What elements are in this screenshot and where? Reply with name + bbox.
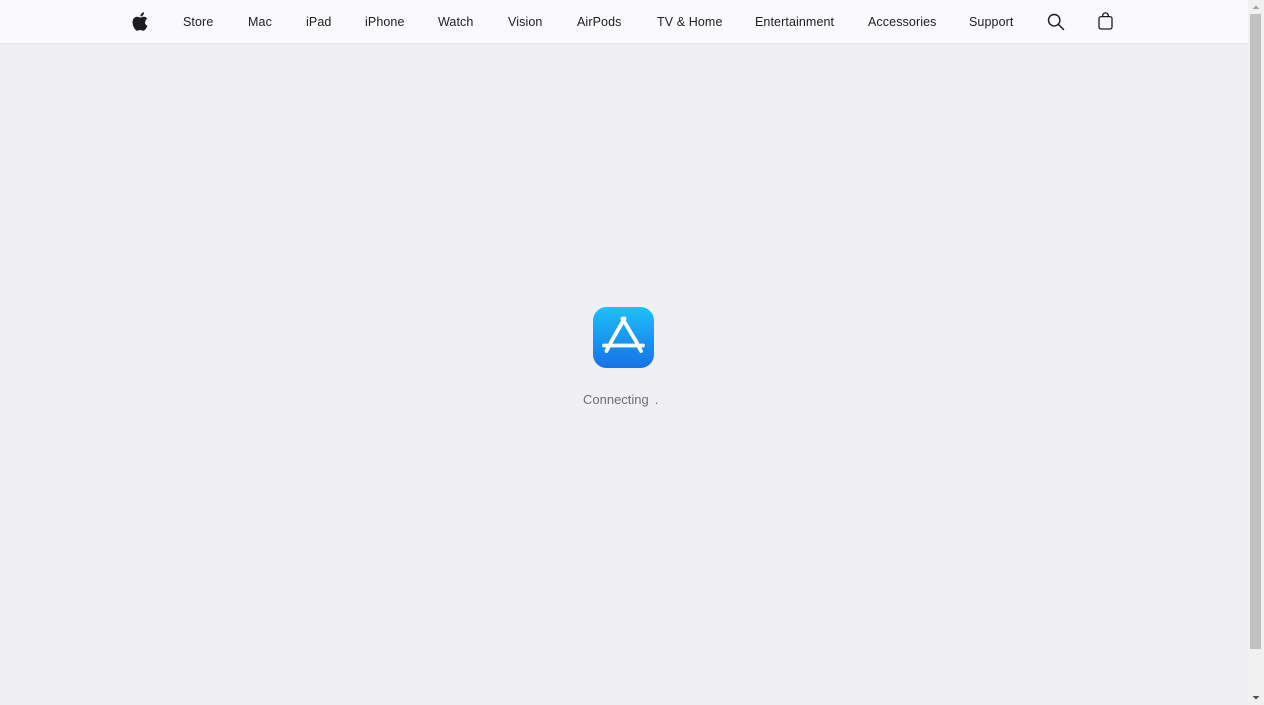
loading-dots: . [654,392,659,407]
connecting-status: Connecting. [583,392,673,410]
page-background: Store Mac iPad iPhone Watch Vision AirPo… [0,0,1248,705]
scroll-up-arrow-icon[interactable] [1248,0,1264,14]
scrollbar-thumb[interactable] [1250,14,1261,649]
vertical-scrollbar[interactable] [1248,0,1264,705]
app-store-icon [593,307,654,368]
scroll-down-arrow-icon[interactable] [1248,691,1264,705]
connecting-label: Connecting [583,392,649,407]
loading-overlay: Connecting. [0,0,1248,705]
